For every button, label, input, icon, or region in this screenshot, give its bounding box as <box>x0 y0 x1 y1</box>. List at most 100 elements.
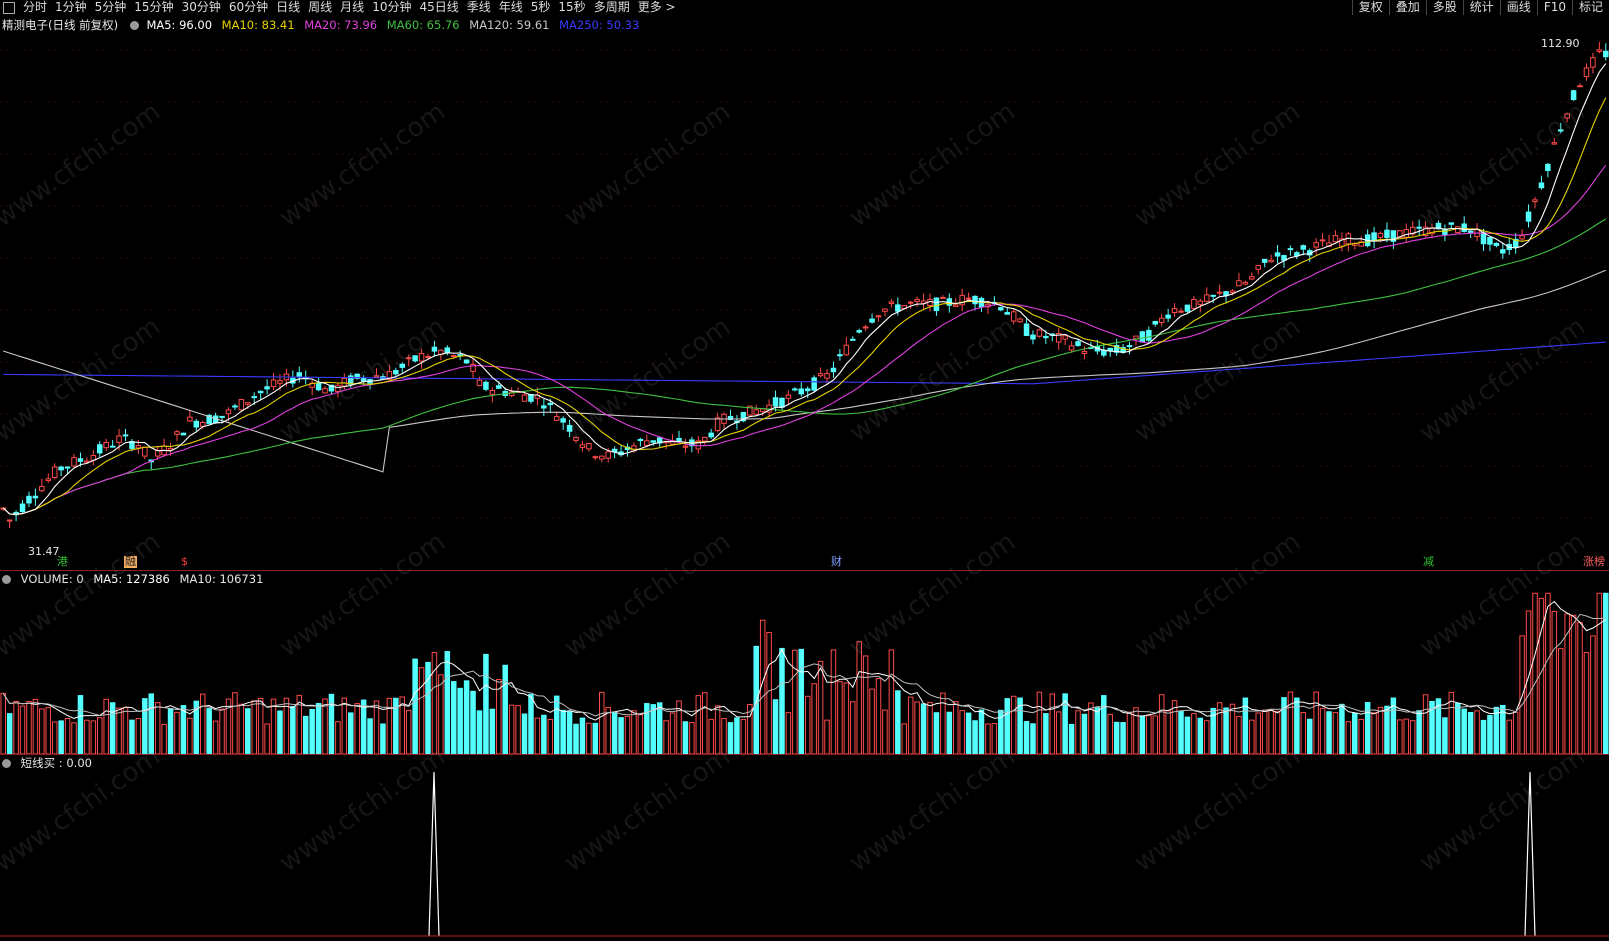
event-marker-finance[interactable]: 财 <box>830 556 843 568</box>
event-marker-dividend[interactable]: $ <box>180 556 189 568</box>
candle-body <box>483 381 489 390</box>
volume-bar <box>116 707 122 754</box>
volume-bar <box>1126 711 1133 754</box>
tool-button-3[interactable]: 统计 <box>1462 0 1500 15</box>
panel-toggle-icon[interactable] <box>3 1 15 14</box>
period-button-5[interactable]: 60分钟 <box>225 0 272 15</box>
event-marker-reduce[interactable]: 减 <box>1422 556 1435 568</box>
candle-body <box>77 458 84 462</box>
volume-bar <box>238 703 245 754</box>
candle-body <box>1081 350 1088 354</box>
candle-body <box>1493 242 1500 246</box>
volume-bar <box>1055 711 1062 754</box>
volume-bar <box>1030 723 1036 754</box>
candle-body <box>1274 252 1281 257</box>
candle-body <box>1551 142 1558 145</box>
candle-body <box>1268 259 1274 263</box>
event-marker-margin[interactable]: 融 <box>124 556 137 568</box>
volume-bar <box>71 722 77 754</box>
indicator-chart[interactable] <box>0 770 1609 941</box>
tool-button-6[interactable]: 标记 <box>1571 0 1609 15</box>
period-button-7[interactable]: 周线 <box>304 0 336 15</box>
period-button-0[interactable]: 分时 <box>19 0 51 15</box>
tool-button-2[interactable]: 多股 <box>1425 0 1463 15</box>
candle-body <box>862 326 869 329</box>
chevron-down-icon[interactable] <box>129 21 139 30</box>
volume-bar <box>579 717 586 754</box>
volume-ma-line <box>2 613 1606 717</box>
volume-ma5: MA5: 127386 <box>93 572 170 586</box>
period-button-8[interactable]: 月线 <box>336 0 368 15</box>
event-marker-rank[interactable]: 涨榜 <box>1582 556 1606 568</box>
candle-body <box>225 409 232 415</box>
ma-line <box>2 97 1607 515</box>
volume-chart[interactable] <box>0 586 1609 754</box>
candle-body <box>489 389 496 395</box>
volume-bar <box>148 693 154 754</box>
candle-body <box>463 359 470 364</box>
candle-body <box>180 432 187 436</box>
period-button-11[interactable]: 季线 <box>463 0 495 15</box>
candle-body <box>32 495 39 499</box>
event-marker-hk[interactable]: 港 <box>56 556 69 568</box>
candle-body <box>1448 222 1455 225</box>
ma-line <box>2 164 1607 515</box>
period-button-16[interactable]: 更多 > <box>634 0 680 15</box>
volume-bar <box>940 692 946 754</box>
volume-bar <box>232 692 238 754</box>
volume-bar <box>624 715 631 754</box>
candle-body <box>393 370 399 375</box>
candle-body <box>51 466 58 478</box>
period-button-4[interactable]: 30分钟 <box>178 0 225 15</box>
volume-bar <box>721 717 727 754</box>
candle-body <box>1229 290 1236 294</box>
candle-body <box>1603 50 1609 58</box>
candle-body <box>174 431 180 435</box>
chevron-down-icon[interactable] <box>2 575 11 584</box>
volume-bar <box>502 664 508 754</box>
tool-button-5[interactable]: F10 <box>1536 0 1572 15</box>
volume-bar <box>438 674 444 754</box>
candle-body <box>1577 85 1583 88</box>
volume-bar <box>1133 707 1139 754</box>
period-button-2[interactable]: 5分钟 <box>91 0 131 15</box>
period-button-10[interactable]: 45日线 <box>415 0 462 15</box>
period-button-9[interactable]: 10分钟 <box>368 0 415 15</box>
tool-button-1[interactable]: 叠加 <box>1388 0 1426 15</box>
volume-bar <box>856 641 862 754</box>
candle-body <box>154 450 161 457</box>
period-button-12[interactable]: 年线 <box>495 0 527 15</box>
period-button-13[interactable]: 5秒 <box>527 0 555 15</box>
volume-bar <box>32 698 39 754</box>
volume-bar <box>315 703 322 754</box>
candle-body <box>1384 229 1390 238</box>
volume-bar <box>1403 718 1410 754</box>
volume-bar <box>1068 723 1075 754</box>
candle-body <box>843 344 850 356</box>
candle-body <box>322 388 328 394</box>
volume-bar <box>792 649 798 754</box>
candle-body <box>1152 321 1159 325</box>
volume-bar <box>290 706 296 754</box>
volume-bar <box>1332 712 1339 754</box>
volume-bar <box>180 705 187 754</box>
volume-bar <box>45 707 52 754</box>
volume-bar <box>656 702 663 754</box>
period-button-14[interactable]: 15秒 <box>554 0 589 15</box>
chevron-down-icon[interactable] <box>2 759 11 768</box>
period-button-15[interactable]: 多周期 <box>590 0 634 15</box>
tool-button-4[interactable]: 画线 <box>1499 0 1537 15</box>
price-chart[interactable] <box>0 30 1609 557</box>
volume-bar <box>1178 710 1184 754</box>
volume-bar <box>483 653 489 754</box>
candle-body <box>1294 252 1300 257</box>
period-button-3[interactable]: 15分钟 <box>130 0 177 15</box>
volume-bar <box>1152 715 1159 754</box>
candle-body <box>1004 312 1010 315</box>
candle-body <box>270 379 277 388</box>
period-button-1[interactable]: 1分钟 <box>51 0 91 15</box>
tool-button-0[interactable]: 复权 <box>1351 0 1389 15</box>
period-button-6[interactable]: 日线 <box>272 0 304 15</box>
volume-bar <box>1512 711 1519 754</box>
volume-bar <box>1377 706 1384 754</box>
